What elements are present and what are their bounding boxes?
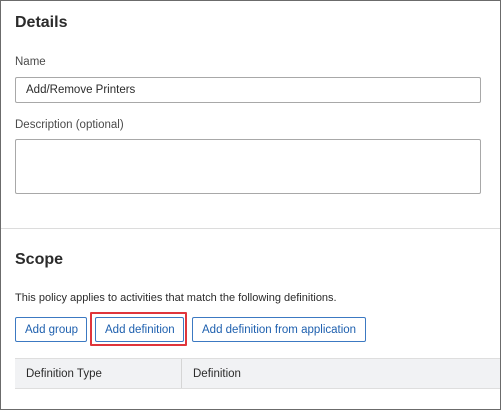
name-input[interactable] <box>15 77 481 103</box>
description-label: Description (optional) <box>15 119 124 131</box>
details-heading: Details <box>15 14 68 31</box>
scope-heading: Scope <box>15 251 64 268</box>
column-header-definition[interactable]: Definition <box>193 368 241 380</box>
definitions-table-header: Definition Type Definition <box>15 358 500 389</box>
add-definition-button[interactable]: Add definition <box>95 317 184 342</box>
add-definition-from-application-button[interactable]: Add definition from application <box>192 317 366 342</box>
column-separator <box>181 359 182 388</box>
description-textarea[interactable] <box>15 139 481 194</box>
column-header-definition-type[interactable]: Definition Type <box>26 368 102 380</box>
policy-details-panel: Details Name Description (optional) Scop… <box>0 0 501 410</box>
section-divider <box>1 228 500 229</box>
name-label: Name <box>15 56 46 68</box>
add-group-button[interactable]: Add group <box>15 317 87 342</box>
scope-description: This policy applies to activities that m… <box>15 292 337 304</box>
